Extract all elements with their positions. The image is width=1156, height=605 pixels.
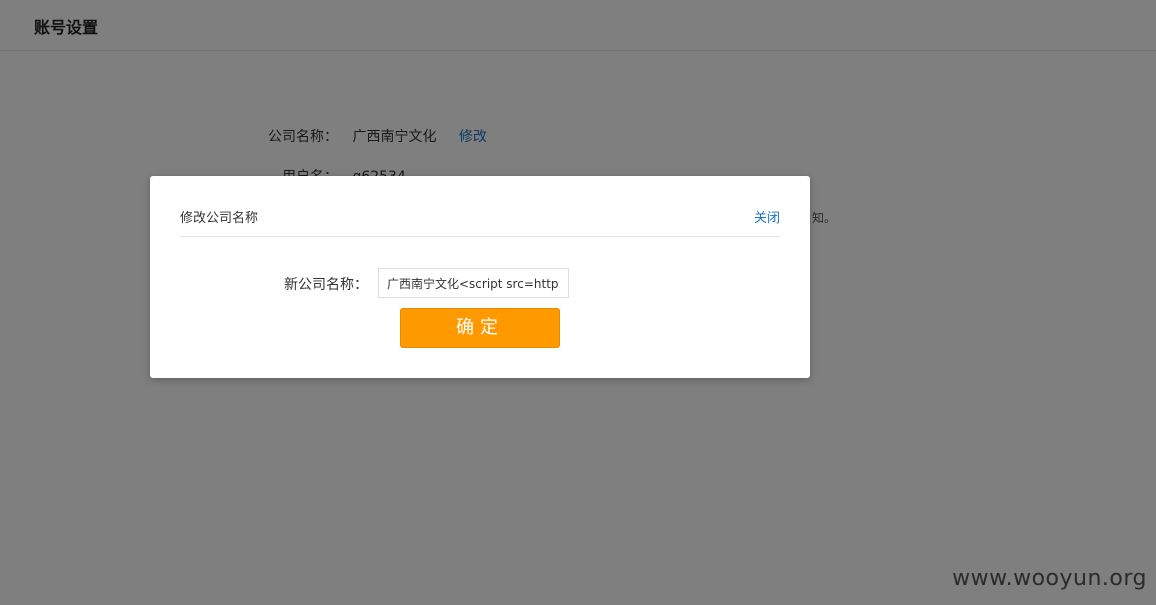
edit-company-modal: 修改公司名称 关闭 新公司名称： 确定 [150,176,810,378]
confirm-button[interactable]: 确定 [400,308,560,348]
new-company-name-input[interactable] [378,268,569,298]
new-company-name-label: 新公司名称： [284,277,368,293]
account-settings-page: 账号设置 公司名称： 广西南宁文化 修改 用户名： g62534 知。 修改公司… [0,0,1156,605]
close-button[interactable]: 关闭 [754,207,780,226]
modal-title: 修改公司名称 [180,211,259,226]
modal-divider [180,236,780,237]
watermark-text: www.wooyun.org [952,566,1147,591]
